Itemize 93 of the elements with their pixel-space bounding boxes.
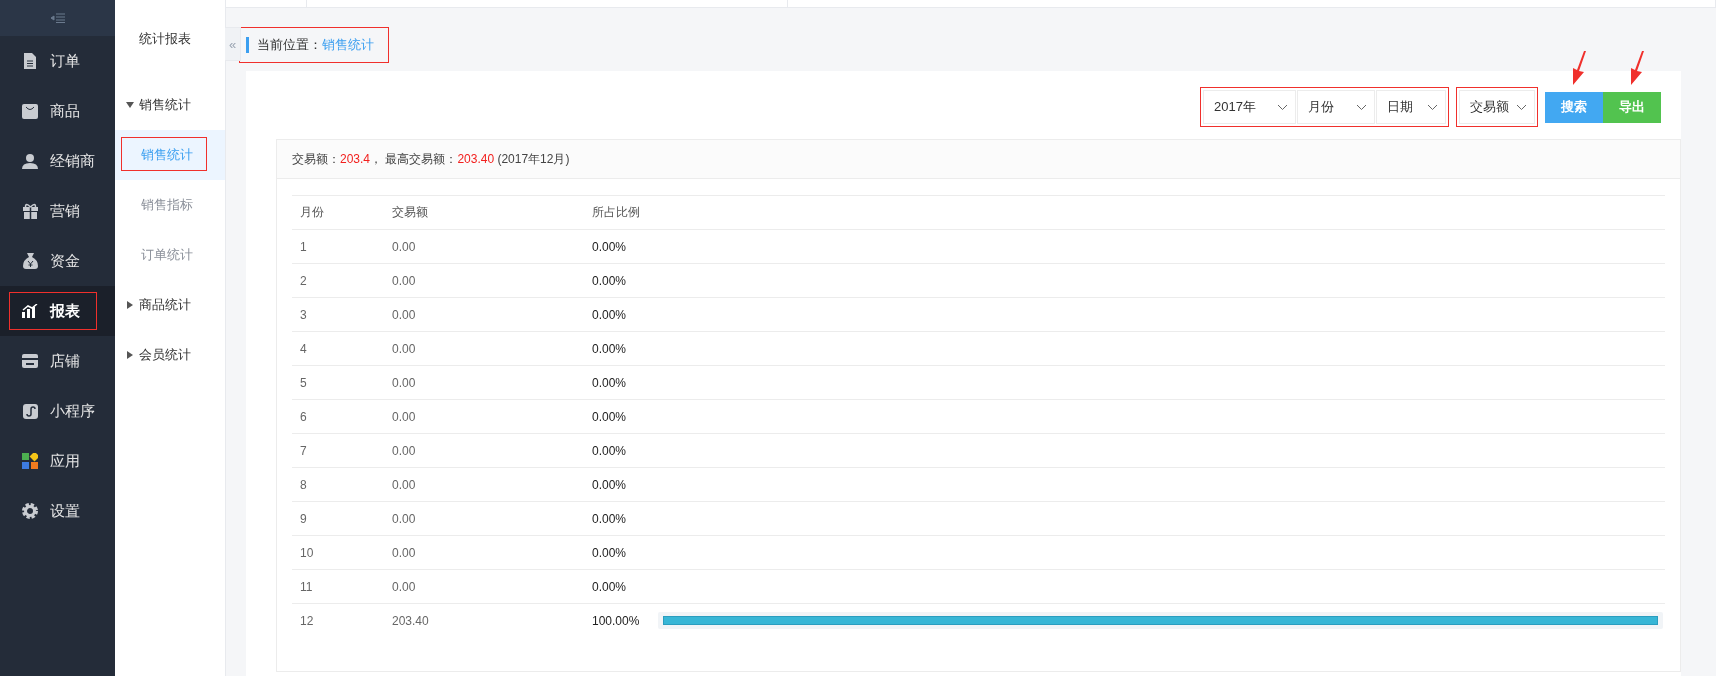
nav-label: 报表 <box>50 301 80 321</box>
chevron-down-icon <box>1428 104 1437 110</box>
table-cell-text: 0.00% <box>592 409 628 424</box>
nav-item[interactable]: 应用 <box>0 436 115 486</box>
money-bag-icon <box>22 253 38 269</box>
nav-item[interactable]: 商品 <box>0 86 115 136</box>
submenu-label: 销售统计 <box>141 146 193 164</box>
nav-label: 店铺 <box>50 351 80 371</box>
chevron-down-icon <box>1357 104 1366 110</box>
nav-item[interactable]: 经销商 <box>0 136 115 186</box>
mini-program-icon <box>22 403 38 419</box>
menu-group[interactable]: 销售统计 <box>115 80 225 130</box>
menu-group-label: 销售统计 <box>139 96 191 114</box>
table-cell-text: 0.00% <box>592 477 628 492</box>
table-cell-text: 0.00% <box>592 511 628 526</box>
table-cell-text: 0.00 <box>392 375 417 390</box>
table-cell-text: 0.00% <box>592 341 628 356</box>
nav-item[interactable]: 小程序 <box>0 386 115 436</box>
submenu-label: 订单统计 <box>141 246 193 264</box>
nav-label: 经销商 <box>50 151 95 171</box>
nav-item[interactable]: 资金 <box>0 236 115 286</box>
table-cell-text: 8 <box>299 477 308 492</box>
table-cell-text: 0.00 <box>392 307 417 322</box>
apps-icon <box>22 453 38 469</box>
table-cell-text: 0.00% <box>592 239 628 254</box>
table-cell-text: 12 <box>299 613 315 628</box>
bar-chart-icon <box>22 304 38 318</box>
column-header: 月份 <box>299 204 325 221</box>
table-cell-text: 1 <box>299 239 308 254</box>
table-cell-text: 2 <box>299 273 308 288</box>
breadcrumb-label: 当前位置： <box>257 36 322 54</box>
menu-group[interactable]: 商品统计 <box>115 280 225 330</box>
table-cell-text: 0.00% <box>592 375 628 390</box>
summary-text: 交易额：203.4， 最高交易额：203.40 (2017年12月) <box>292 150 570 168</box>
nav-label: 设置 <box>50 501 80 521</box>
table-cell-text: 100.00% <box>592 613 641 628</box>
caret-icon <box>127 351 133 359</box>
submenu-label: 销售指标 <box>141 196 193 214</box>
bag-icon <box>22 103 38 119</box>
menu-group[interactable]: 会员统计 <box>115 330 225 380</box>
dropdown[interactable]: 月份 <box>1297 90 1375 124</box>
sidebar-title: 统计报表 <box>138 30 192 48</box>
menu-group-label: 会员统计 <box>139 346 191 364</box>
menu-group-label: 商品统计 <box>139 296 191 314</box>
column-header: 所占比例 <box>592 204 641 221</box>
table-cell-text: 5 <box>299 375 308 390</box>
table-cell-text: 0.00% <box>592 307 628 322</box>
document-icon <box>23 53 37 69</box>
collapse-menu-icon[interactable] <box>50 13 65 23</box>
chevron-down-icon <box>1517 104 1526 110</box>
table-cell-text: 0.00 <box>392 579 417 594</box>
nav-item[interactable]: 报表 <box>0 286 115 336</box>
chevron-down-icon <box>1278 104 1287 110</box>
table-cell-text: 3 <box>299 307 308 322</box>
caret-icon <box>127 301 133 309</box>
gift-icon <box>22 203 38 219</box>
user-icon <box>22 153 38 169</box>
table-cell-text: 0.00% <box>592 579 628 594</box>
table-cell-text: 0.00 <box>392 443 417 458</box>
settings-icon <box>22 503 38 519</box>
table-cell-text: 0.00% <box>592 443 628 458</box>
caret-icon <box>126 102 134 108</box>
table-cell-text: 7 <box>299 443 308 458</box>
table-cell-text: 0.00 <box>392 409 417 424</box>
table-cell-text: 0.00 <box>392 511 417 526</box>
table-cell-text: 0.00 <box>392 477 417 492</box>
nav-item[interactable]: 设置 <box>0 486 115 536</box>
table-cell-text: 6 <box>299 409 308 424</box>
nav-item[interactable]: 营销 <box>0 186 115 236</box>
nav-label: 小程序 <box>50 401 95 421</box>
dropdown[interactable]: 交易额 <box>1459 90 1535 124</box>
column-header: 交易额 <box>392 204 429 221</box>
table-cell-text: 11 <box>299 579 314 594</box>
nav-label: 营销 <box>50 201 80 221</box>
table-cell-text: 0.00 <box>392 239 417 254</box>
nav-label: 应用 <box>50 451 80 471</box>
table-cell-text: 0.00 <box>392 341 417 356</box>
nav-item[interactable]: 订单 <box>0 36 115 86</box>
table-cell-text: 0.00 <box>392 545 417 560</box>
store-icon <box>22 354 38 368</box>
nav-label: 订单 <box>50 51 80 71</box>
table-cell-text: 4 <box>299 341 308 356</box>
nav-item[interactable]: 店铺 <box>0 336 115 386</box>
dropdown[interactable]: 2017年 <box>1203 90 1296 124</box>
table-cell-text: 203.40 <box>392 613 430 628</box>
dropdown[interactable]: 日期 <box>1376 90 1446 124</box>
table-cell-text: 0.00% <box>592 273 628 288</box>
table-cell-text: 10 <box>299 545 315 560</box>
table-cell-text: 0.00% <box>592 545 628 560</box>
nav-label: 商品 <box>50 101 80 121</box>
table-cell-text: 0.00 <box>392 273 417 288</box>
nav-label: 资金 <box>50 251 80 271</box>
table-cell-text: 9 <box>299 511 308 526</box>
